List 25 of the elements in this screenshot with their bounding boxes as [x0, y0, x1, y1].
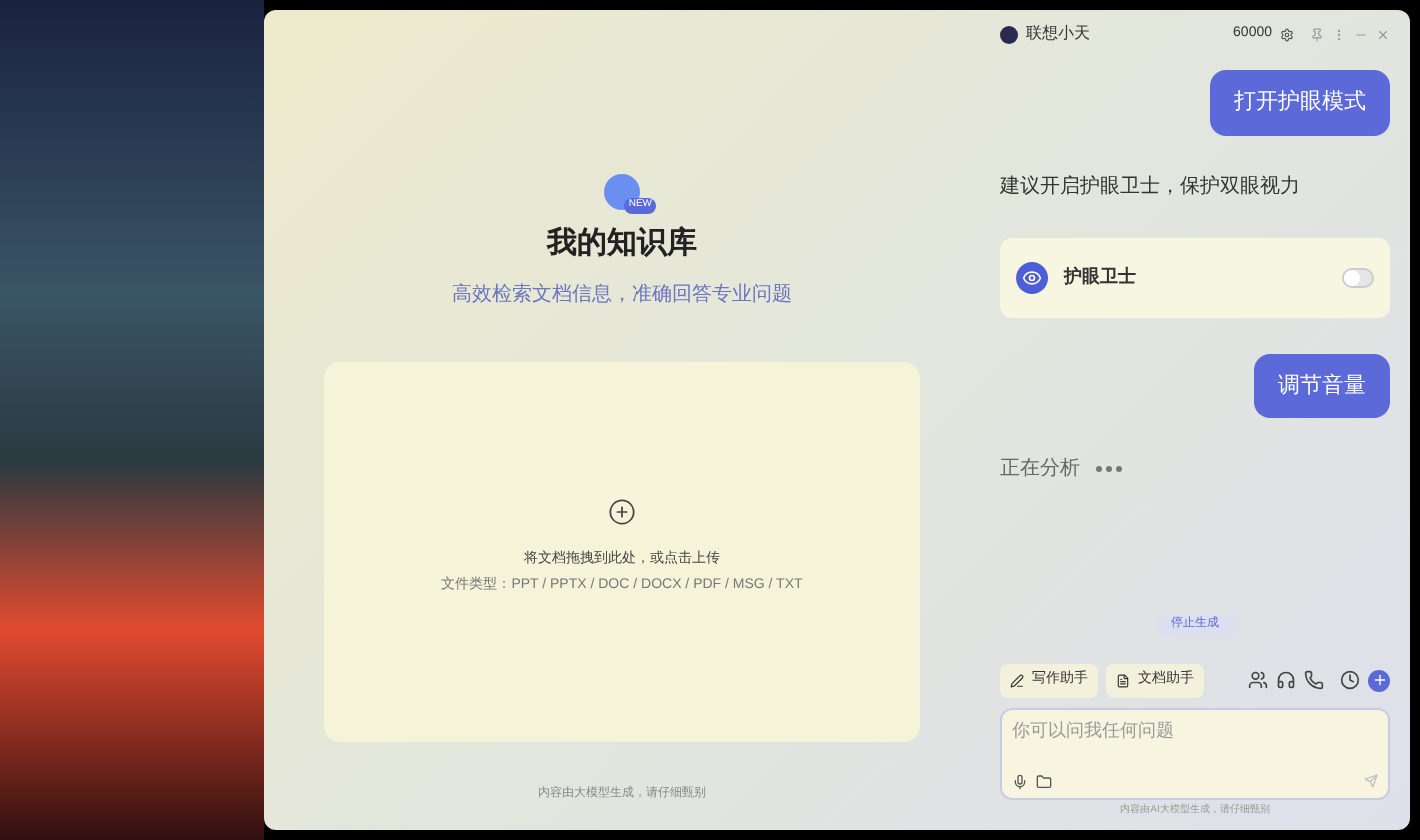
message-box[interactable]: 你可以问我任何问题: [1000, 707, 1390, 799]
document-icon: [1116, 673, 1130, 688]
page-subtitle: 高效检索文档信息，准确回答专业问题: [452, 281, 792, 309]
assistant-message: 建议开启护眼卫士，保护双眼视力: [1000, 173, 1302, 201]
user-message: 调节音量: [1254, 353, 1390, 418]
app-title: 联想小天: [1026, 22, 1092, 46]
headphones-icon[interactable]: [1276, 670, 1296, 691]
status-text: 正在分析: [1000, 455, 1080, 484]
add-icon: [608, 497, 636, 525]
history-icon[interactable]: [1340, 670, 1360, 691]
phone-icon[interactable]: [1304, 670, 1324, 691]
settings-icon[interactable]: [1280, 27, 1294, 41]
eye-icon: [1016, 261, 1048, 293]
app-logo-icon: [1000, 25, 1018, 43]
loading-dots-icon: [1096, 466, 1122, 472]
toggle-switch[interactable]: [1342, 267, 1374, 287]
pen-icon: [1010, 673, 1024, 688]
group-icon[interactable]: [1248, 670, 1268, 691]
setting-label: 护眼卫士: [1064, 263, 1138, 290]
new-chat-icon[interactable]: [1368, 669, 1390, 692]
user-message: 打开护眼模式: [1210, 70, 1390, 135]
microphone-icon[interactable]: [1012, 773, 1028, 789]
page-title: 我的知识库: [547, 224, 697, 264]
folder-icon[interactable]: [1036, 773, 1052, 789]
chat-input[interactable]: 你可以问我任何问题: [1012, 717, 1378, 744]
